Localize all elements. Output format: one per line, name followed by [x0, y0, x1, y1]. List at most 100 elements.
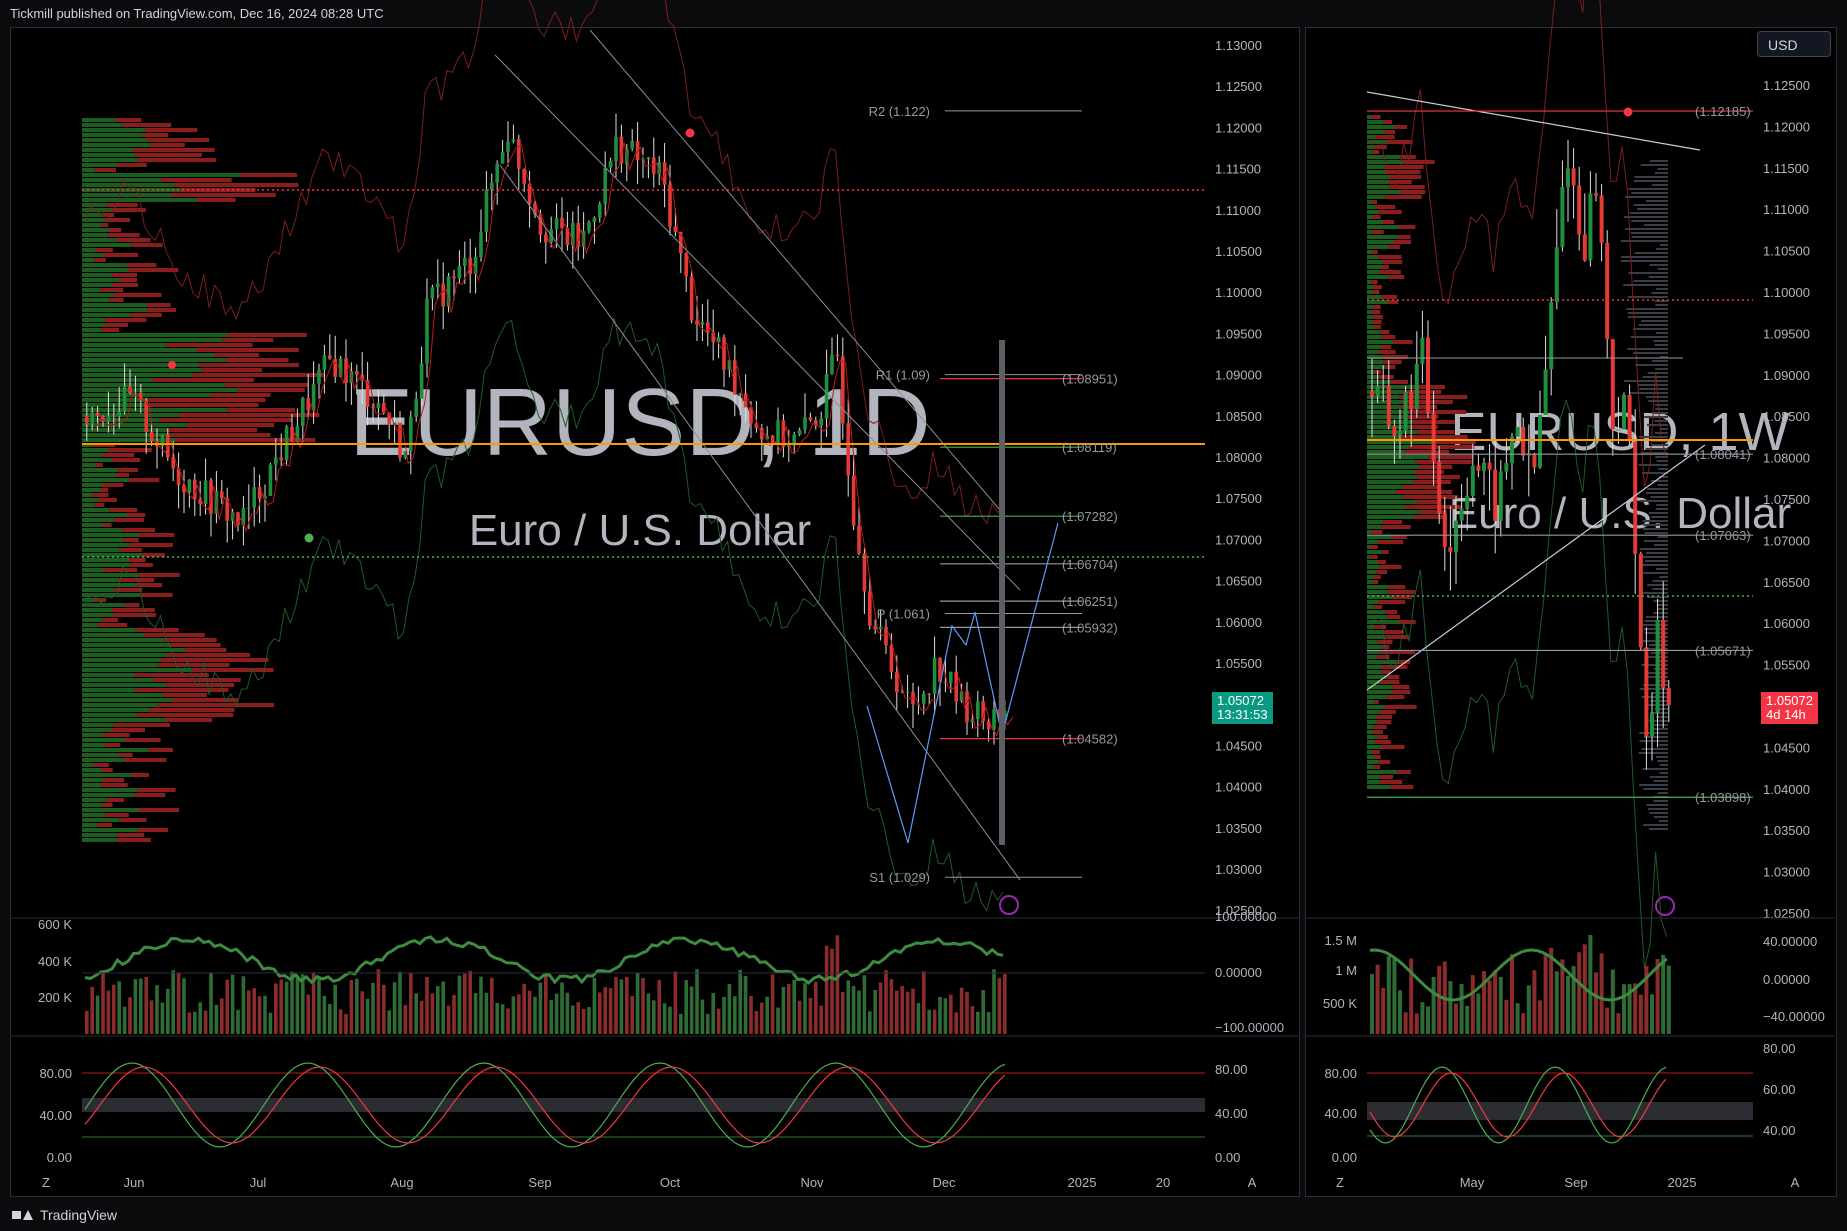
- candle-body: [1414, 363, 1419, 410]
- volume-profile-bar-bull: [82, 798, 107, 802]
- volume-profile-bar-bull: [82, 828, 138, 832]
- volume-profile-bar-bull: [1367, 190, 1400, 194]
- volume-bar: [1386, 956, 1391, 1034]
- candle-body: [1571, 168, 1576, 186]
- session-profile-bar: [1641, 320, 1668, 322]
- candle-body: [328, 355, 332, 360]
- volume-profile-bar-bull: [82, 168, 95, 172]
- volume-bar: [1381, 987, 1386, 1034]
- volume-bar: [862, 975, 867, 1034]
- session-profile-bar: [1628, 296, 1668, 298]
- volume-bar: [706, 1013, 710, 1034]
- candle-body: [673, 226, 678, 233]
- volume-bar: [522, 983, 526, 1034]
- candle-body: [1386, 385, 1391, 426]
- session-profile-bar: [1659, 576, 1668, 578]
- session-profile-bar: [1658, 468, 1668, 470]
- volume-profile-bar-bull: [82, 328, 101, 332]
- volume-profile-bar-bull: [82, 583, 136, 587]
- session-profile-bar: [1639, 740, 1668, 742]
- session-profile-bar: [1639, 436, 1668, 438]
- volume-bar: [679, 1013, 683, 1034]
- volume-profile-bar-bear: [145, 403, 259, 407]
- volume-profile-bar-bull: [82, 223, 102, 227]
- session-profile-bar: [1628, 272, 1668, 274]
- currency-button[interactable]: USD: [1757, 31, 1831, 57]
- level-label: (1.04582): [1062, 732, 1118, 747]
- volume-bar: [328, 1003, 332, 1034]
- volume-profile-bar-bull: [82, 318, 106, 322]
- left-price-axis-label: 1.08000: [1215, 450, 1262, 465]
- volume-profile-bar-bull: [82, 693, 163, 697]
- volume-bar: [1375, 964, 1380, 1034]
- left-price-axis-label: 1.06500: [1215, 574, 1262, 589]
- right-volume-axis-label: 500 K: [1323, 996, 1357, 1011]
- volume-profile-bar-bull: [82, 333, 228, 337]
- volume-profile-bar-bear: [1378, 600, 1406, 604]
- session-profile-bar: [1620, 256, 1668, 258]
- volume-bar: [787, 983, 791, 1034]
- volume-bar: [506, 1008, 510, 1034]
- candle-body: [409, 416, 413, 451]
- right-price-axis-label: 1.04000: [1763, 782, 1810, 797]
- volume-bar: [830, 948, 834, 1034]
- volume-profile-bar-bull: [1367, 315, 1374, 319]
- candle-body: [1577, 185, 1582, 235]
- volume-profile-bar-bull: [1367, 610, 1386, 614]
- session-profile-bar: [1648, 808, 1668, 810]
- volume-profile-bar-bull: [82, 348, 197, 352]
- candle-body: [1582, 234, 1587, 261]
- volume-profile-bar-bear: [102, 453, 135, 457]
- volume-profile-bar-bear: [1390, 175, 1422, 179]
- level-label: (1.05671): [1695, 643, 1751, 658]
- volume-profile-bar-bear: [1383, 360, 1402, 364]
- left-time-axis-label: Jul: [250, 1175, 267, 1190]
- volume-bar: [603, 987, 607, 1034]
- volume-profile-bar-bull: [82, 118, 117, 122]
- volume-profile-bar-bear: [103, 523, 112, 527]
- left-price-axis-label: 1.04500: [1215, 738, 1262, 753]
- session-profile-bar: [1659, 744, 1668, 746]
- volume-profile-bar-bull: [1367, 520, 1384, 524]
- volume-profile-bar-bear: [1383, 520, 1403, 524]
- candle-body: [630, 141, 634, 149]
- session-profile-bar: [1655, 304, 1668, 306]
- volume-profile-bar-bear: [1393, 240, 1411, 244]
- session-profile-bar: [1657, 792, 1668, 794]
- volume-profile-bar-bull: [82, 803, 102, 807]
- candle-body: [279, 457, 283, 461]
- volume-profile-bar-bull: [1367, 705, 1385, 709]
- volume-profile-bar-bear: [1399, 190, 1426, 194]
- volume-profile-bar-bear: [159, 418, 292, 422]
- volume-profile-bar-bull: [82, 663, 159, 667]
- candle-body: [355, 371, 359, 375]
- left-volume-right-axis-label: 100.00000: [1215, 909, 1276, 924]
- session-profile-bar: [1656, 504, 1668, 506]
- volume-profile-bar-bear: [1385, 635, 1409, 639]
- volume-bar: [1515, 1003, 1520, 1034]
- volume-bar: [954, 1012, 958, 1034]
- left-price-axis-label: 1.11500: [1215, 162, 1261, 177]
- left-volume-axis-label: 200 K: [38, 990, 72, 1005]
- right-stoch-axis-label: 80.00: [1324, 1066, 1357, 1081]
- volume-profile-bar-bull: [1367, 350, 1379, 354]
- chart-canvas[interactable]: 1.13000 1.12500 1.12000 1.11500 1.11000 1.105…: [0, 0, 1847, 1231]
- volume-bar: [1493, 970, 1498, 1034]
- candle-body: [522, 168, 526, 184]
- volume-profile-bar-bear: [160, 178, 232, 182]
- level-label: (1.06704): [1062, 557, 1118, 572]
- volume-profile-bar-bear: [1396, 770, 1411, 774]
- volume-bar: [198, 1002, 202, 1034]
- volume-profile-bar-bear: [112, 273, 138, 277]
- volume-profile-bar-bear: [1385, 195, 1422, 199]
- volume-profile-bar-bull: [82, 743, 106, 747]
- volume-bar: [176, 972, 181, 1034]
- volume-profile-bar-bear: [1371, 280, 1378, 284]
- session-profile-bar: [1620, 240, 1668, 242]
- volume-profile-bar-bear: [117, 163, 147, 167]
- left-time-axis-label: 20: [1156, 1175, 1170, 1190]
- volume-bar: [322, 995, 327, 1034]
- volume-bar: [247, 990, 251, 1034]
- right-countdown: 4d 14h: [1766, 707, 1806, 722]
- volume-bar: [90, 986, 94, 1034]
